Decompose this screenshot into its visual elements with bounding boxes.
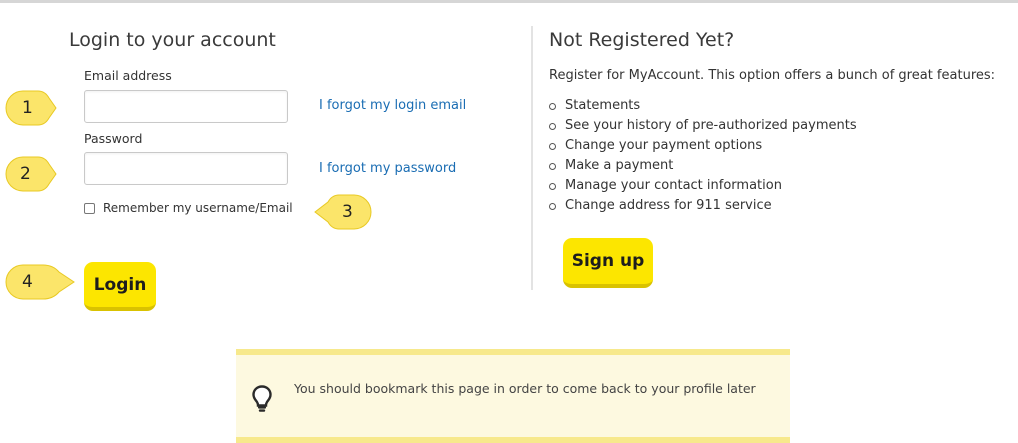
register-intro: Register for MyAccount. This option offe… — [549, 68, 996, 83]
password-field[interactable] — [84, 152, 288, 185]
bullet-icon — [549, 123, 556, 130]
forgot-password-link[interactable]: I forgot my password — [319, 161, 456, 176]
email-label: Email address — [84, 68, 172, 83]
list-item: Make a payment — [549, 157, 857, 177]
top-divider — [0, 0, 1018, 3]
remember-me-row[interactable]: Remember my username/Email — [84, 201, 293, 215]
list-item: Statements — [549, 97, 857, 117]
callout-1: 1 — [5, 90, 57, 126]
bullet-icon — [549, 163, 556, 170]
callout-number: 2 — [20, 164, 31, 184]
callout-number: 3 — [342, 202, 353, 222]
remember-me-checkbox[interactable] — [84, 202, 95, 214]
callout-3: 3 — [314, 194, 372, 230]
signup-button[interactable]: Sign up — [563, 238, 653, 288]
lightbulb-icon — [252, 385, 272, 412]
forgot-email-link[interactable]: I forgot my login email — [319, 98, 466, 113]
bullet-icon — [549, 183, 556, 190]
list-item: Manage your contact information — [549, 177, 857, 197]
password-input[interactable] — [85, 153, 287, 184]
callout-2: 2 — [5, 156, 57, 192]
bullet-icon — [549, 103, 556, 110]
password-label: Password — [84, 131, 143, 146]
email-field[interactable] — [84, 90, 288, 123]
bullet-icon — [549, 203, 556, 210]
email-input[interactable] — [85, 91, 287, 122]
bookmark-tip-box: You should bookmark this page in order t… — [236, 349, 790, 443]
remember-me-label: Remember my username/Email — [103, 201, 293, 215]
bullet-icon — [549, 143, 556, 150]
login-button[interactable]: Login — [84, 262, 156, 311]
feature-list: Statements See your history of pre-autho… — [549, 97, 857, 217]
register-title: Not Registered Yet? — [549, 29, 735, 51]
list-item: Change address for 911 service — [549, 197, 857, 217]
column-divider — [531, 26, 533, 290]
callout-number: 4 — [22, 272, 33, 292]
callout-number: 1 — [22, 98, 33, 118]
list-item: Change your payment options — [549, 137, 857, 157]
list-item: See your history of pre-authorized payme… — [549, 117, 857, 137]
login-title: Login to your account — [69, 29, 276, 51]
bookmark-tip-text: You should bookmark this page in order t… — [294, 381, 756, 396]
callout-4: 4 — [5, 264, 75, 300]
